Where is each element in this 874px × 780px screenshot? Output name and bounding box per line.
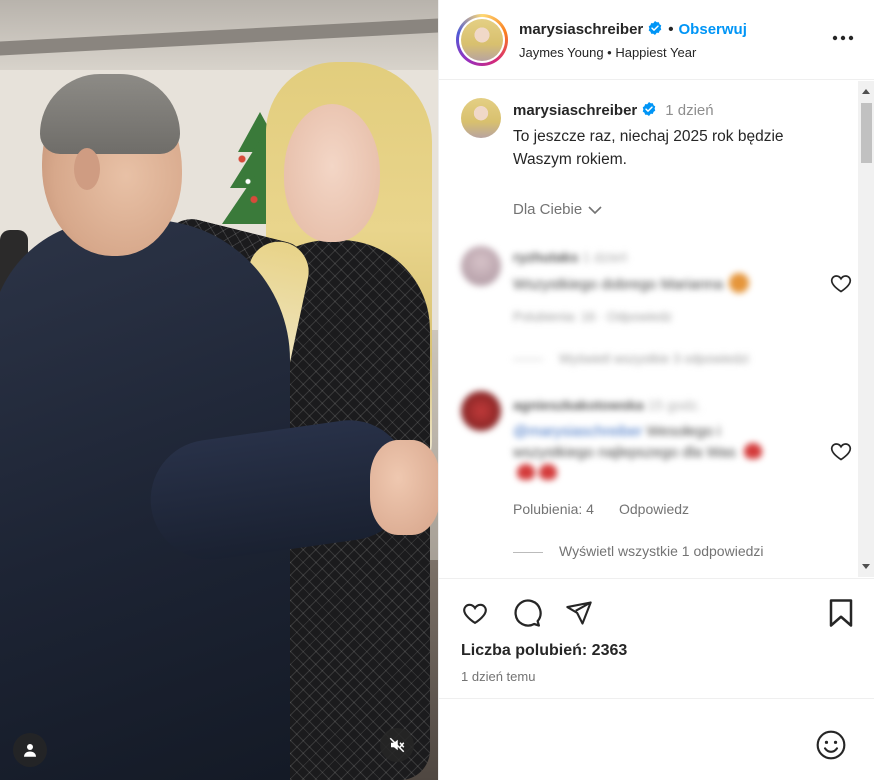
author-avatar-image [461,19,503,61]
comment-username[interactable]: ryzhutaks [513,249,578,265]
view-replies-button[interactable]: Wyświetl wszystkie 3 odpowiedzi [513,351,749,366]
chevron-down-icon [588,205,602,214]
heart-icon [463,603,487,625]
comment-header: ryzhutaks 1 dzień [513,249,627,265]
author-avatar[interactable] [456,14,508,66]
author-username[interactable]: marysiaschreiber [519,21,643,38]
comment-meta: Polubienia: 16 · Odpowiedz [513,309,672,324]
comment-like-heart-icon[interactable] [829,439,853,463]
comment-avatar[interactable] [461,246,501,286]
mute-button[interactable] [380,728,414,762]
comment-button[interactable] [511,597,543,629]
share-button[interactable] [563,597,595,629]
comment-header: agnieszkakotowska 15 godz. [513,397,701,413]
post-actions: Liczba polubień: 2363 1 dzień temu [439,578,874,698]
mention-link[interactable]: @marysiaschreiber [513,423,642,440]
more-options-button[interactable] [831,26,855,50]
red-heart-emoji [744,443,763,459]
verified-badge-icon [642,102,656,116]
caption-time: 1 dzień [665,102,714,119]
caption-avatar[interactable] [461,98,501,138]
scroll-thumb[interactable] [861,103,872,163]
post-timestamp: 1 dzień temu [461,669,536,684]
likes-count[interactable]: Liczba polubień: 2363 [461,642,627,660]
post-header: marysiaschreiber • Obserwuj Jaymes Young … [439,0,874,80]
bookmark-icon [829,599,853,627]
caption-header: marysiaschreiber 1 dzień [513,101,714,119]
red-heart-emoji [517,464,535,480]
comment-username[interactable]: agnieszkakotowska [513,397,644,413]
scroll-down-arrow[interactable] [862,564,870,569]
more-options-icon [832,35,854,41]
for-you-dropdown[interactable]: Dla Ciebie [513,201,602,218]
comments-scrollbar[interactable] [858,81,874,577]
emoji-icon[interactable] [815,729,847,761]
separator-dot: • [668,21,674,38]
scroll-up-arrow[interactable] [862,89,870,94]
save-button[interactable] [825,597,857,629]
for-you-label: Dla Ciebie [513,201,583,218]
post-media-video[interactable] [0,0,438,780]
comment-like-heart-icon[interactable] [829,271,853,295]
author-line: marysiaschreiber • Obserwuj [519,20,747,38]
caption-text: To jeszcze raz, niechaj 2025 rok będzie … [513,128,784,168]
red-heart-emoji [539,464,557,480]
comment-icon [514,599,542,627]
comment-avatar[interactable] [461,391,501,431]
hands [370,440,438,535]
muted-speaker-icon [389,737,405,753]
comment-time: 15 godz. [647,397,702,413]
woman-face [284,104,380,242]
comment-reply-button[interactable]: Odpowiedz [619,501,689,517]
comment-time: 1 dzień [582,249,628,265]
comment-text: Wszystkiego dobrego Marianna [513,273,750,293]
comment-text: @marysiaschreiber Wesołego i wszystkiego… [513,421,763,484]
comments-list[interactable]: marysiaschreiber 1 dzień To jeszcze raz,… [439,81,859,577]
share-icon [566,601,592,625]
like-button[interactable] [459,597,491,629]
follow-button[interactable]: Obserwuj [679,21,747,38]
post-sidebar: marysiaschreiber • Obserwuj Jaymes Young … [438,0,874,780]
man-ear [74,148,100,190]
emoji [729,273,750,293]
user-tag-icon [24,744,36,757]
audio-track-link[interactable]: Jaymes Young • Happiest Year [519,45,696,60]
verified-badge-icon [648,21,662,35]
user-tag-button[interactable] [13,733,47,767]
add-comment-bar [439,698,874,780]
caption-username[interactable]: marysiaschreiber [513,102,637,119]
comment-likes[interactable]: Polubienia: 4 [513,501,594,517]
view-replies-button[interactable]: Wyświetl wszystkie 1 odpowiedzi [513,543,764,559]
